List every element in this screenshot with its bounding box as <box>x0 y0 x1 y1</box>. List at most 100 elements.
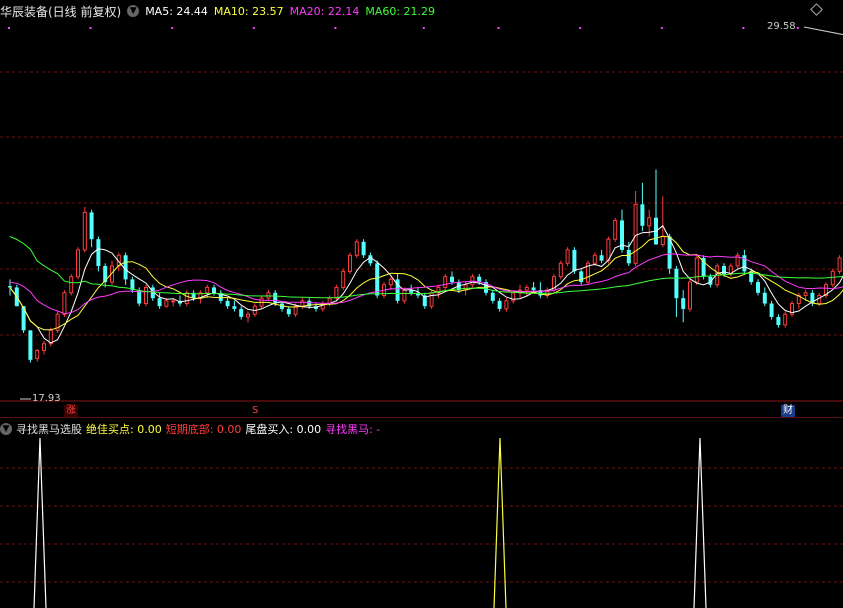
candle-body <box>497 300 502 309</box>
candle-body <box>613 219 618 240</box>
candle <box>232 300 237 312</box>
marker-cai: 财 <box>781 405 795 417</box>
candle <box>654 169 658 245</box>
candle-body <box>8 286 12 288</box>
indicator-chart[interactable] <box>0 418 843 608</box>
indicator-name: 寻找黑马选股 <box>16 423 82 436</box>
indicator-grid <box>0 467 843 583</box>
high-pointer <box>803 26 843 36</box>
candle <box>538 282 543 299</box>
candle <box>422 292 427 309</box>
indicator-header: ▼ 寻找黑马选股 绝佳买点: 0.00 短期底部: 0.00 尾盘买入: 0.0… <box>0 421 384 437</box>
candle <box>320 300 325 312</box>
candle <box>626 241 631 266</box>
candle <box>694 255 699 285</box>
candle <box>783 311 788 328</box>
candle-body <box>354 241 359 256</box>
candle-body <box>35 349 40 359</box>
candle <box>735 252 740 269</box>
candle <box>443 274 448 291</box>
ma5-label: MA5: 24.44 <box>145 4 208 18</box>
signal-dots <box>8 27 799 29</box>
ma20-label: MA20: 22.14 <box>289 4 360 18</box>
candle-body <box>429 292 434 307</box>
candle <box>368 252 373 266</box>
candle-body <box>722 265 726 275</box>
candle-body <box>368 255 373 264</box>
candle-body <box>688 281 692 310</box>
candle <box>830 268 835 288</box>
candle-body <box>490 292 495 301</box>
candle <box>218 290 223 304</box>
candle <box>728 263 733 277</box>
candle-body <box>239 308 244 317</box>
candle-body <box>62 292 67 315</box>
candle-body <box>565 249 570 264</box>
candle-body <box>225 300 230 307</box>
candle <box>144 284 148 307</box>
candle-body <box>769 303 774 317</box>
candle <box>130 276 135 293</box>
candle-body <box>674 268 679 299</box>
candle <box>246 311 250 323</box>
candle-body <box>232 306 237 309</box>
candle-body <box>388 278 393 286</box>
candle-body <box>762 292 767 304</box>
signal-dot <box>497 27 500 29</box>
chevron-down-icon[interactable]: ▼ <box>127 5 140 17</box>
candle <box>103 263 108 288</box>
candle <box>69 274 74 296</box>
candle-body <box>361 241 366 256</box>
candle <box>633 190 638 266</box>
candle-body <box>756 282 760 293</box>
candle-body <box>830 270 835 286</box>
signal-dot <box>252 27 255 29</box>
main-header: 华辰装备(日线 前复权) ▼ MA5: 24.44 MA10: 23.57 MA… <box>0 2 441 20</box>
ma-line-ma10 <box>9 235 843 331</box>
candle <box>579 268 584 285</box>
marker-zhang: 涨 <box>64 405 78 417</box>
candle <box>565 247 570 266</box>
candle <box>28 330 33 363</box>
candle-body <box>375 263 380 296</box>
candle <box>348 252 352 275</box>
candle <box>599 249 604 264</box>
candle-body <box>524 286 529 291</box>
candle-body <box>212 287 216 293</box>
candle-body <box>341 270 346 288</box>
candle-body <box>660 235 665 246</box>
price-grid <box>0 71 843 418</box>
candle-body <box>89 212 94 240</box>
candle-body <box>42 343 46 351</box>
ma-line-ma5 <box>9 225 843 344</box>
candle <box>776 314 781 328</box>
candle-body <box>246 313 250 318</box>
candle <box>239 306 244 320</box>
candle <box>837 255 842 275</box>
candle-body <box>592 254 597 264</box>
candle-body <box>681 298 686 309</box>
candle <box>184 290 189 307</box>
stock-title: 华辰装备(日线 前复权) <box>0 4 122 19</box>
candle-body <box>273 292 278 304</box>
candle <box>42 341 46 355</box>
candle <box>769 300 774 320</box>
candle-body <box>402 289 407 302</box>
price-chart[interactable] <box>0 0 843 418</box>
candle-body <box>626 249 631 264</box>
candle <box>225 298 230 309</box>
candle-body <box>694 257 699 283</box>
candle <box>375 260 380 299</box>
candle-body <box>531 287 536 291</box>
candle-body <box>558 262 563 278</box>
best-buy-label: 绝佳买点: 0.00 <box>86 423 162 436</box>
candle-body <box>633 203 638 264</box>
moving-averages <box>9 225 843 344</box>
candle <box>742 249 747 275</box>
candle <box>82 207 87 253</box>
candle <box>762 287 767 307</box>
candle <box>89 209 94 248</box>
chevron-down-icon[interactable]: ▼ <box>0 423 12 435</box>
candle-body <box>171 300 176 303</box>
candle-body <box>783 313 788 326</box>
